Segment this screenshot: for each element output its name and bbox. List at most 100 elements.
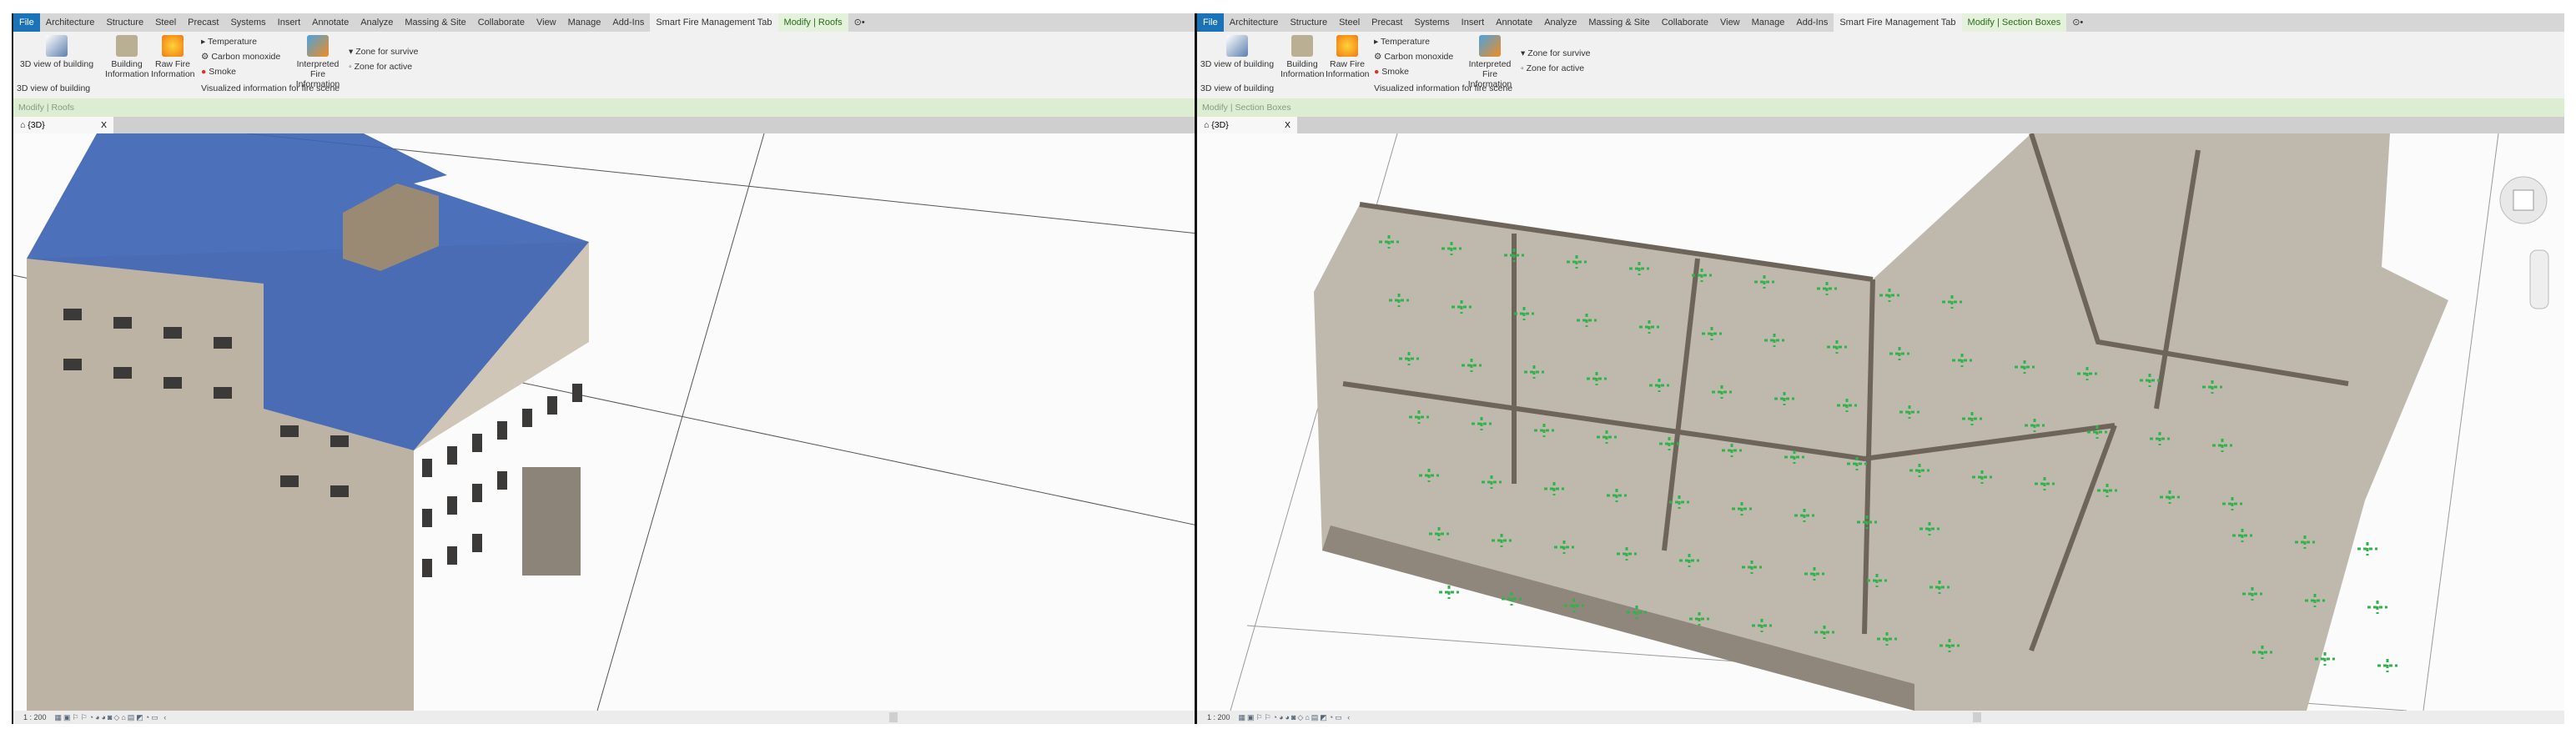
view-control-icons[interactable]: ▦▣⚐⚐◔◕◕◙◇⌂▤◩◔▭ ‹ (1239, 711, 1352, 724)
fire-icon (162, 35, 184, 57)
tab-add-ins[interactable]: Add-Ins (606, 13, 650, 32)
horizontal-scrollbar[interactable] (1973, 712, 1981, 722)
view-control-bar: 1 : 200 ▦▣⚐⚐◔◕◕◙◇⌂▤◩◔▭ ‹ (13, 711, 1196, 724)
group-label-3d: 3D view of building (1200, 83, 1275, 93)
3d-viewport[interactable] (1197, 133, 2564, 711)
tab-structure[interactable]: Structure (1284, 13, 1333, 32)
ribbon-tabs: File Architecture Structure Steel Precas… (13, 13, 1196, 32)
group-label-visualized: Visualized information for fire scene (201, 83, 340, 93)
scale-label[interactable]: 1 : 200 (23, 711, 47, 724)
tab-file[interactable]: File (1197, 13, 1224, 32)
building-3d-icon (46, 35, 68, 57)
view-3d-tab-icon: ⌂ (1204, 120, 1212, 130)
view-tab-3d[interactable]: ⌂ {3D} X (1197, 117, 1297, 133)
building-info-button[interactable]: Building Information (1280, 35, 1325, 79)
option-smoke[interactable]: ● Smoke (201, 67, 236, 77)
building-info-icon (116, 35, 138, 57)
tab-file[interactable]: File (13, 13, 40, 32)
sensor-mark (2357, 542, 2377, 556)
raw-fire-button[interactable]: Raw Fire Information (151, 35, 195, 79)
tab-modify-section-boxes[interactable]: Modify | Section Boxes (1961, 13, 2067, 32)
tab-extra-dropdown[interactable]: ⊙• (848, 13, 871, 32)
tab-manage[interactable]: Manage (562, 13, 607, 32)
tab-annotate[interactable]: Annotate (1490, 13, 1538, 32)
tab-manage[interactable]: Manage (1746, 13, 1791, 32)
section-box-edge (2423, 133, 2499, 711)
tab-smart-fire[interactable]: Smart Fire Management Tab (1834, 13, 1962, 32)
sensor-mark (2367, 601, 2387, 614)
tab-systems[interactable]: Systems (1408, 13, 1455, 32)
left-revit-window: File Architecture Structure Steel Precas… (12, 13, 1196, 724)
group-label-visualized: Visualized information for fire scene (1374, 83, 1513, 93)
fire-icon (1336, 35, 1358, 57)
tab-add-ins[interactable]: Add-Ins (1790, 13, 1834, 32)
ribbon-panel: 3D view of building Building Information… (13, 32, 1196, 98)
view-3d-button[interactable]: 3D view of building (15, 35, 98, 69)
navigation-wheel[interactable] (2499, 176, 2548, 224)
tab-insert[interactable]: Insert (1456, 13, 1491, 32)
tab-analyze[interactable]: Analyze (355, 13, 399, 32)
option-carbon-monoxide[interactable]: ⚙ Carbon monoxide (1374, 52, 1453, 62)
zone-survive-button[interactable]: ▾ Zone for survive (349, 47, 418, 57)
context-bar: Modify | Roofs (13, 98, 1196, 117)
option-temperature[interactable]: ▸ Temperature (1374, 37, 1430, 47)
interpreted-fire-icon (1479, 35, 1501, 57)
tab-view[interactable]: View (1714, 13, 1746, 32)
tab-analyze[interactable]: Analyze (1538, 13, 1582, 32)
zone-active-button[interactable]: ◦ Zone for active (349, 62, 412, 72)
raw-fire-button[interactable]: Raw Fire Information (1326, 35, 1370, 79)
tab-massing-site[interactable]: Massing & Site (1582, 13, 1655, 32)
tab-systems[interactable]: Systems (224, 13, 271, 32)
tab-precast[interactable]: Precast (182, 13, 224, 32)
view-tab-3d[interactable]: ⌂ {3D} X (13, 117, 113, 133)
sensor-mark (1439, 586, 1459, 599)
context-bar: Modify | Section Boxes (1197, 98, 2564, 117)
grid-line (596, 133, 765, 711)
horizontal-scrollbar[interactable] (889, 712, 898, 722)
ribbon-panel: 3D view of building Building Information… (1197, 32, 2564, 98)
tab-precast[interactable]: Precast (1366, 13, 1408, 32)
interpreted-fire-icon (307, 35, 329, 57)
group-label-3d: 3D view of building (17, 83, 91, 93)
option-smoke[interactable]: ● Smoke (1374, 67, 1409, 77)
tab-steel[interactable]: Steel (1333, 13, 1366, 32)
tab-view[interactable]: View (531, 13, 562, 32)
option-temperature[interactable]: ▸ Temperature (201, 37, 257, 47)
building-model (13, 133, 1196, 711)
building-info-icon (1291, 35, 1313, 57)
building-info-button[interactable]: Building Information (105, 35, 149, 79)
tab-collaborate[interactable]: Collaborate (1656, 13, 1714, 32)
annex-block (522, 467, 581, 576)
3d-viewport[interactable] (13, 133, 1196, 711)
tab-architecture[interactable]: Architecture (1224, 13, 1285, 32)
tab-collaborate[interactable]: Collaborate (472, 13, 531, 32)
view-tab-strip: ⌂ {3D} X (1197, 117, 2564, 133)
zone-active-button[interactable]: ◦ Zone for active (1521, 63, 1584, 73)
tab-architecture[interactable]: Architecture (40, 13, 101, 32)
tab-structure[interactable]: Structure (100, 13, 149, 32)
tab-annotate[interactable]: Annotate (306, 13, 355, 32)
tab-steel[interactable]: Steel (149, 13, 182, 32)
scale-label[interactable]: 1 : 200 (1207, 711, 1230, 724)
tab-smart-fire[interactable]: Smart Fire Management Tab (650, 13, 778, 32)
view-tab-strip: ⌂ {3D} X (13, 117, 1196, 133)
zone-survive-button[interactable]: ▾ Zone for survive (1521, 48, 1590, 58)
tab-extra-dropdown[interactable]: ⊙• (2066, 13, 2089, 32)
navigation-bar[interactable] (2529, 249, 2549, 309)
view-control-icons[interactable]: ▦▣⚐⚐◔◕◕◙◇⌂▤◩◔▭ ‹ (55, 711, 169, 724)
view-3d-button[interactable]: 3D view of building (1197, 35, 1277, 69)
interpreted-fire-button[interactable]: Interpreted Fire Information (289, 35, 347, 89)
close-view-icon[interactable]: X (101, 117, 107, 133)
building-3d-icon (1226, 35, 1248, 57)
tab-insert[interactable]: Insert (272, 13, 307, 32)
view-3d-tab-icon: ⌂ (20, 120, 28, 130)
view-control-bar: 1 : 200 ▦▣⚐⚐◔◕◕◙◇⌂▤◩◔▭ ‹ (1197, 711, 2564, 724)
tab-massing-site[interactable]: Massing & Site (399, 13, 471, 32)
right-revit-window: File Architecture Structure Steel Precas… (1195, 13, 2564, 724)
close-view-icon[interactable]: X (1285, 117, 1291, 133)
sensor-mark (2377, 659, 2397, 672)
interpreted-fire-button[interactable]: Interpreted Fire Information (1461, 35, 1519, 89)
option-carbon-monoxide[interactable]: ⚙ Carbon monoxide (201, 52, 280, 62)
floor-plan-model (1230, 133, 2549, 711)
tab-modify-roofs[interactable]: Modify | Roofs (777, 13, 848, 32)
